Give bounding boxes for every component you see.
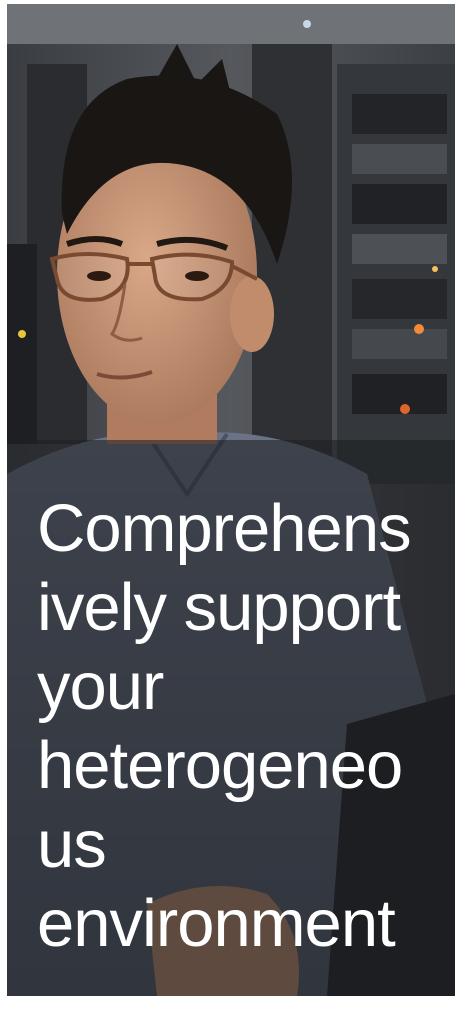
headline-line: environment <box>37 886 396 961</box>
headline-line: Comprehens <box>37 491 412 566</box>
headline-line: your <box>37 649 164 724</box>
headline-line: heterogeneo <box>37 728 403 803</box>
headline-line: ively support <box>37 570 401 645</box>
hero-banner: Comprehens ively support your heterogene… <box>7 4 455 996</box>
headline: Comprehens ively support your heterogene… <box>37 489 449 963</box>
headline-line: us <box>37 807 107 882</box>
